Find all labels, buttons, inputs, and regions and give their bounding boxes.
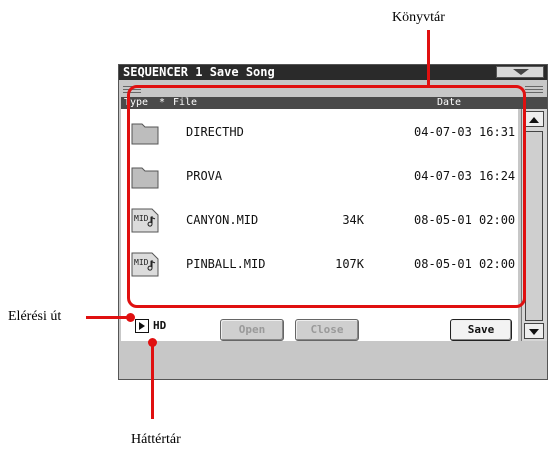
close-button[interactable]: Close (295, 319, 359, 341)
menu-dropdown-button[interactable] (496, 66, 544, 78)
window-title-text: SEQUENCER 1 Save Song (123, 65, 275, 79)
library-pointer-line (427, 30, 430, 87)
play-arrow-icon (139, 322, 145, 330)
storage-annotation: Háttértár (131, 432, 181, 447)
scroll-thumb[interactable] (525, 131, 543, 321)
current-path: HD (153, 319, 167, 332)
path-pointer-dot (126, 313, 135, 322)
grip-right-icon[interactable] (525, 86, 543, 94)
path-pointer-line (86, 316, 128, 319)
path-annotation: Elérési út (8, 309, 62, 324)
save-button[interactable]: Save (450, 319, 512, 341)
window-title: SEQUENCER 1 Save Song (119, 65, 547, 80)
storage-pointer-dot (148, 338, 157, 347)
arrow-down-icon (529, 329, 539, 335)
scroll-up-button[interactable] (524, 111, 544, 127)
path-selector-button[interactable] (135, 319, 149, 333)
library-highlight-box (127, 85, 526, 308)
chevron-down-icon (513, 69, 529, 75)
scroll-down-button[interactable] (524, 323, 544, 339)
arrow-up-icon (529, 117, 539, 123)
library-annotation: Könyvtár (392, 10, 445, 25)
open-button[interactable]: Open (220, 319, 284, 341)
storage-pointer-line (151, 342, 154, 419)
